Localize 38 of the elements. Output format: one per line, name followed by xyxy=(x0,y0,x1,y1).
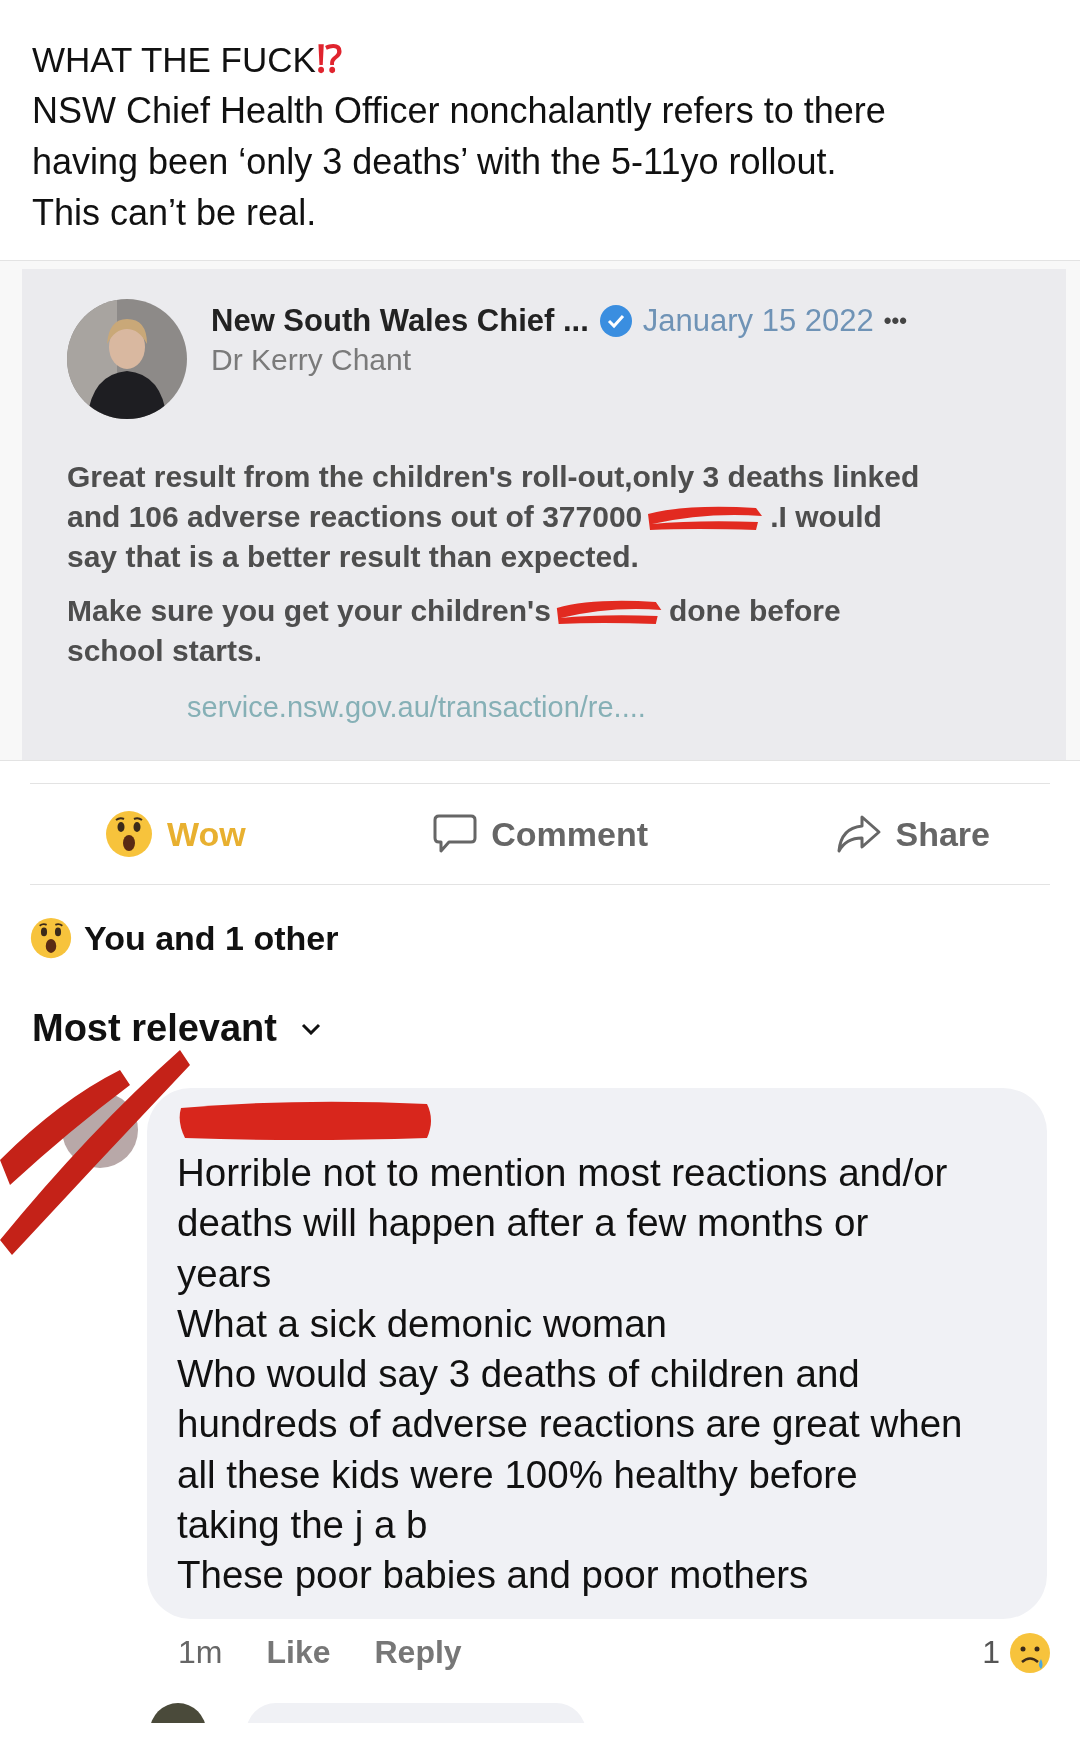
comment-text-line: These poor babies and poor mothers xyxy=(177,1552,810,1599)
post-text: school starts. xyxy=(67,633,263,669)
share-button[interactable]: Share xyxy=(835,814,990,854)
more-options: ••• xyxy=(883,308,907,334)
post-caption-line: having been ‘only 3 deaths’ with the 5-11yo rollout. xyxy=(32,140,838,184)
post-caption-title: WHAT THE FUCK⁉ xyxy=(32,37,343,82)
post-text: Great result from the children's roll-out,only 3 deaths linked xyxy=(67,459,920,495)
comment-text-line: hundreds of adverse reactions are great when xyxy=(177,1401,964,1448)
comment-text-line: all these kids were 100% healthy before xyxy=(177,1451,859,1498)
reaction-count: 1 xyxy=(982,1634,1000,1672)
comment-text-line: years xyxy=(177,1250,273,1297)
comment-text-line: deaths will happen after a few months or xyxy=(177,1200,870,1247)
wow-emoji-icon xyxy=(30,917,72,959)
post-text: say that is a better result than expected. xyxy=(67,539,639,575)
wow-emoji-icon xyxy=(105,810,153,858)
comment-text-line: Who would say 3 deaths of children and xyxy=(177,1351,861,1398)
post-caption-line: This can’t be real. xyxy=(32,191,318,235)
comment-text-line: What a sick demonic woman xyxy=(177,1300,668,1347)
crying-emoji-icon xyxy=(1008,1630,1052,1675)
post-text: Make sure you get your children's xyxy=(67,593,551,629)
comment-text-line: Horrible not to mention most reactions and/or xyxy=(177,1150,949,1196)
chevron-down-icon xyxy=(300,1022,321,1035)
post-text: and 106 adverse reactions out of 377000 xyxy=(67,499,643,535)
author-name: Dr Kerry Chant xyxy=(211,343,413,377)
comment-icon xyxy=(433,813,478,855)
comment-time: 1m xyxy=(178,1634,223,1672)
share-icon xyxy=(835,814,882,854)
comment-button[interactable]: Comment xyxy=(433,813,648,855)
comment-text-line: taking the j a b xyxy=(177,1502,429,1549)
sort-dropdown[interactable]: Most relevant xyxy=(32,1007,321,1050)
post-date: January 15 2022 xyxy=(642,303,874,339)
post-text: .I would xyxy=(770,499,882,535)
post-text: done before xyxy=(668,593,841,629)
reply-link[interactable]: Reply xyxy=(374,1634,462,1672)
page-name: New South Wales Chief ... xyxy=(211,303,589,339)
reactions-summary: You and 1 other xyxy=(84,918,339,958)
post-caption-line: NSW Chief Health Officer nonchalantly refers to there xyxy=(32,89,887,133)
like-link[interactable]: Like xyxy=(266,1634,331,1672)
